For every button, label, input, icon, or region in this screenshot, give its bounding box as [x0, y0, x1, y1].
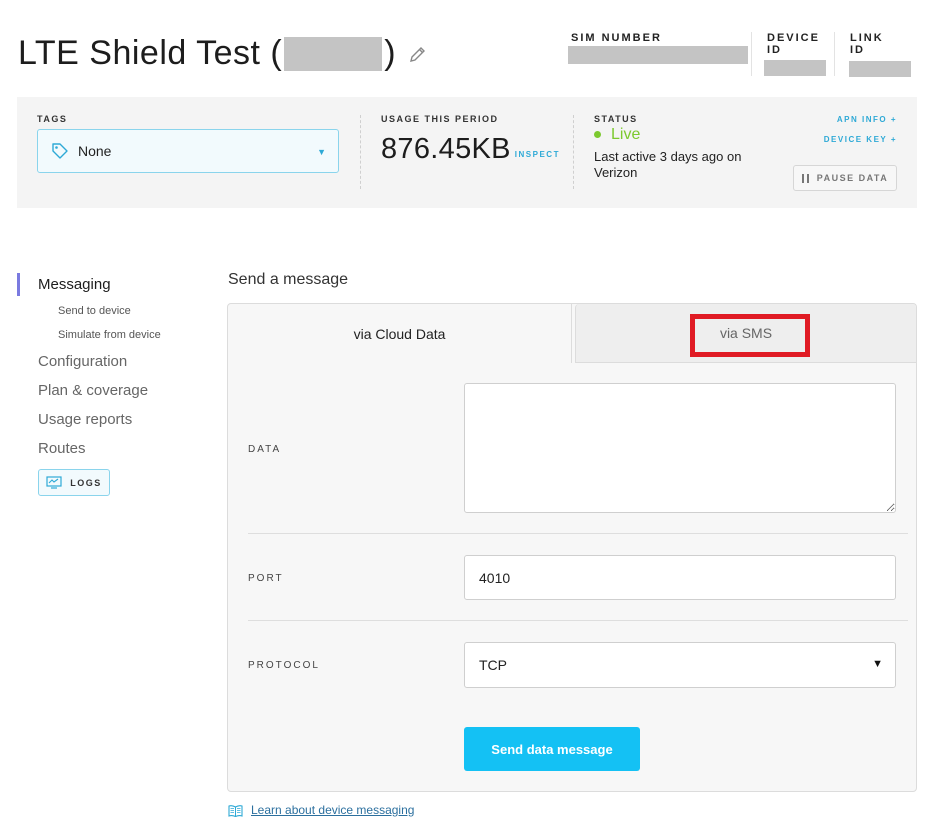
usage-value: 876.45KB — [381, 133, 511, 165]
usage-label: USAGE THIS PERIOD — [381, 114, 499, 124]
page-title-prefix: LTE Shield Test ( — [18, 34, 283, 72]
last-active-line2: Verizon — [594, 165, 638, 180]
edit-pencil-icon[interactable] — [408, 44, 428, 64]
device-summary-bar: TAGS None ▼ USAGE THIS PERIOD 876.45KB I… — [17, 97, 917, 208]
section-heading: Send a message — [228, 271, 349, 288]
pause-data-label: PAUSE DATA — [816, 173, 889, 183]
sidebar-item-usage-reports[interactable]: Usage reports — [38, 411, 132, 428]
device-key-link[interactable]: DEVICE KEY + — [824, 135, 897, 144]
sim-number-redacted — [568, 46, 748, 64]
sidebar-item-messaging[interactable]: Messaging — [38, 276, 111, 293]
tab-via-cloud-data[interactable]: via Cloud Data — [228, 304, 572, 363]
summary-divider — [573, 115, 574, 189]
protocol-select[interactable]: TCP ▼ — [464, 642, 896, 688]
status-label: STATUS — [594, 114, 638, 124]
usage-group: 876.45KB INSPECT — [381, 133, 560, 166]
sidebar-item-routes[interactable]: Routes — [38, 440, 86, 457]
sim-number-label: SIM NUMBER — [571, 32, 662, 44]
learn-link-row[interactable]: Learn about device messaging — [228, 803, 414, 817]
redacted-device-name — [284, 36, 383, 71]
port-field-label: PORT — [248, 573, 284, 584]
tab-via-cloud-data-label: via Cloud Data — [353, 325, 446, 342]
link-id-label-line2: ID — [850, 44, 865, 56]
page-title-row: LTE Shield Test ( ) — [18, 34, 428, 73]
send-data-message-button[interactable]: Send data message — [464, 727, 640, 771]
protocol-field-label: PROTOCOL — [248, 660, 320, 671]
form-divider — [248, 533, 908, 534]
status-group: Live — [594, 126, 640, 144]
highlight-box — [690, 314, 810, 357]
live-status-dot-icon — [594, 131, 601, 139]
apn-info-link[interactable]: APN INFO + — [837, 115, 897, 124]
tag-icon — [52, 143, 68, 159]
link-id-block: LINK ID — [850, 32, 884, 56]
page-title-suffix: ) — [384, 34, 397, 72]
data-field-label: DATA — [248, 444, 282, 455]
tags-dropdown[interactable]: None ▼ — [37, 129, 339, 173]
last-active-line1: Last active 3 days ago on — [594, 149, 742, 164]
sidebar-item-plan-coverage[interactable]: Plan & coverage — [38, 382, 148, 399]
learn-about-messaging-link[interactable]: Learn about device messaging — [251, 803, 414, 817]
device-id-label-line2: ID — [767, 44, 782, 56]
pause-icon — [801, 173, 809, 183]
pause-data-button[interactable]: PAUSE DATA — [793, 165, 897, 191]
logs-label: LOGS — [70, 477, 102, 488]
sidebar-subitem-send-to-device[interactable]: Send to device — [58, 305, 131, 317]
inspect-link[interactable]: INSPECT — [515, 150, 560, 159]
page-title: LTE Shield Test ( ) — [18, 34, 396, 73]
sidebar-subitem-simulate-from-device[interactable]: Simulate from device — [58, 329, 161, 341]
header-divider — [834, 32, 835, 76]
tags-value: None — [78, 143, 112, 159]
book-icon — [228, 804, 243, 817]
device-id-label-line1: DEVICE — [767, 32, 820, 44]
caret-down-icon: ▼ — [872, 658, 883, 670]
caret-down-icon: ▼ — [317, 147, 326, 157]
monitor-icon — [46, 476, 62, 489]
logs-button[interactable]: LOGS — [38, 469, 110, 496]
data-textarea[interactable] — [464, 383, 896, 513]
device-id-redacted — [764, 60, 826, 76]
message-panel: via Cloud Data via SMS DATA PORT PROTOCO… — [227, 303, 917, 792]
sidebar-item-configuration[interactable]: Configuration — [38, 353, 127, 370]
link-id-redacted — [849, 61, 911, 77]
sim-number-block: SIM NUMBER — [568, 32, 748, 69]
last-active-text: Last active 3 days ago on Verizon — [594, 149, 741, 181]
tags-label: TAGS — [37, 114, 68, 124]
form-divider — [248, 620, 908, 621]
header-divider — [751, 32, 752, 76]
port-input[interactable] — [464, 555, 896, 600]
active-nav-indicator — [17, 273, 20, 296]
protocol-value: TCP — [479, 657, 507, 673]
device-id-block: DEVICE ID — [767, 32, 820, 56]
link-id-label-line1: LINK — [850, 32, 884, 44]
status-value: Live — [611, 126, 641, 143]
summary-divider — [360, 115, 361, 189]
